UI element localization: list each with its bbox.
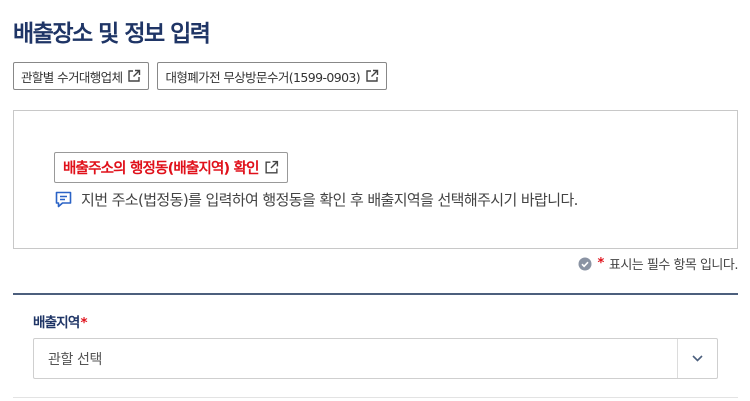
bottom-divider bbox=[13, 397, 738, 398]
check-admin-dong-label: 배출주소의 행정동(배출지역) 확인 bbox=[63, 161, 260, 177]
collection-agency-link-label: 관할별 수거대행업체 bbox=[21, 69, 123, 85]
required-note: * 표시는 필수 항목 입니다. bbox=[578, 254, 739, 273]
appliance-pickup-link-label: 대형폐가전 무상방문수거(1599-0903) bbox=[165, 69, 361, 85]
required-note-text: 표시는 필수 항목 입니다. bbox=[608, 258, 739, 273]
region-select-value: 관할 선택 bbox=[48, 351, 102, 368]
page-title: 배출장소 및 정보 입력 bbox=[13, 21, 211, 47]
chevron-down-icon[interactable] bbox=[677, 339, 717, 378]
region-label-text: 배출지역 bbox=[33, 315, 80, 331]
external-link-icon bbox=[365, 69, 379, 83]
external-link-icon bbox=[127, 69, 141, 83]
section-divider bbox=[13, 293, 738, 295]
region-field-label: 배출지역* bbox=[33, 311, 88, 331]
address-notice-box: 배출주소의 행정동(배출지역) 확인 지번 주소(법정동)를 입력하여 행정동을… bbox=[13, 110, 738, 249]
required-star: * bbox=[80, 315, 87, 331]
address-help-text: 지번 주소(법정동)를 입력하여 행정동을 확인 후 배출지역을 선택해주시기 … bbox=[81, 191, 578, 209]
check-circle-icon bbox=[578, 257, 592, 271]
check-admin-dong-link[interactable]: 배출주소의 행정동(배출지역) 확인 bbox=[54, 152, 288, 183]
region-select[interactable]: 관할 선택 bbox=[33, 338, 718, 379]
required-star: * bbox=[597, 256, 605, 271]
collection-agency-link[interactable]: 관할별 수거대행업체 bbox=[13, 62, 150, 90]
quick-links: 관할별 수거대행업체 대형폐가전 무상방문수거(1599-0903) bbox=[13, 62, 388, 90]
appliance-pickup-link[interactable]: 대형폐가전 무상방문수거(1599-0903) bbox=[157, 62, 388, 90]
external-link-icon bbox=[264, 160, 279, 175]
comment-icon bbox=[54, 190, 73, 209]
address-help: 지번 주소(법정동)를 입력하여 행정동을 확인 후 배출지역을 선택해주시기 … bbox=[54, 189, 578, 210]
